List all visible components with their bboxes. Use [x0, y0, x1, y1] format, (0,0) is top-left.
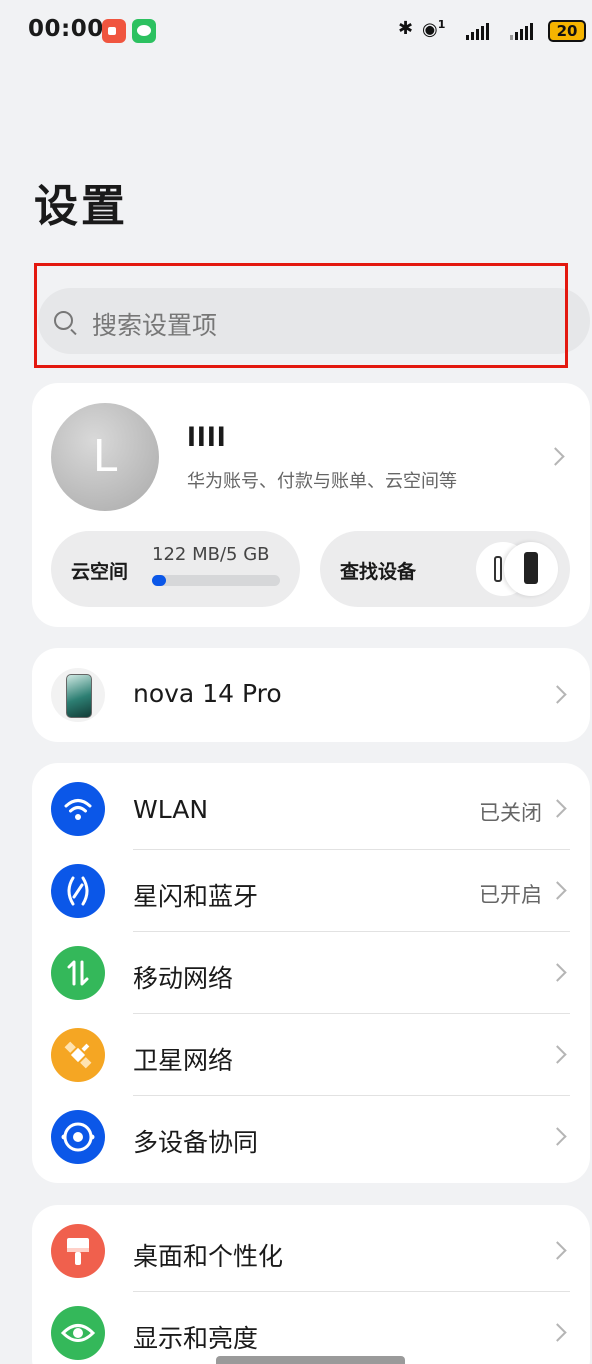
chevron-right-icon — [548, 881, 567, 900]
battery-icon: 20 — [548, 20, 586, 42]
item-label: 卫星网络 — [133, 1046, 234, 1075]
item-label: 星闪和蓝牙 — [133, 882, 259, 911]
device-name: nova 14 Pro — [133, 679, 282, 708]
find-device-button[interactable]: 查找设备 — [320, 531, 570, 607]
wechat-icon — [132, 19, 156, 43]
chevron-right-icon — [548, 1323, 567, 1342]
chevron-right-icon — [548, 685, 567, 704]
bluetooth-icon: ✱ — [398, 18, 414, 39]
phone-image — [51, 668, 105, 722]
status-icons: ✱ ◉1 20 — [392, 0, 592, 62]
account-row[interactable]: L llll 华为账号、付款与账单、云空间等 — [32, 383, 590, 523]
settings-item-satellite-network[interactable]: 卫星网络 — [32, 1014, 590, 1096]
settings-item-wlan[interactable]: WLAN 已关闭 — [32, 768, 590, 850]
item-status: 已开启 — [479, 883, 542, 907]
item-label: 桌面和个性化 — [133, 1242, 284, 1271]
storage-progress — [152, 575, 280, 586]
item-status: 已关闭 — [479, 801, 542, 825]
cloud-label: 云空间 — [71, 561, 129, 583]
storage-progress-fill — [152, 575, 166, 586]
chevron-right-icon — [548, 1127, 567, 1146]
item-label: 显示和亮度 — [133, 1324, 259, 1353]
eye-icon — [51, 1306, 105, 1360]
chevron-right-icon — [548, 1241, 567, 1260]
page-title: 设置 — [34, 181, 128, 232]
cloud-storage-button[interactable]: 云空间 122 MB/5 GB — [51, 531, 300, 607]
settings-item-display-brightness[interactable]: 显示和亮度 — [32, 1292, 590, 1364]
satellite-icon — [51, 1028, 105, 1082]
chevron-right-icon — [546, 447, 565, 466]
device-card[interactable]: nova 14 Pro — [32, 648, 590, 742]
home-indicator[interactable] — [216, 1356, 405, 1364]
settings-item-desktop-personalization[interactable]: 桌面和个性化 — [32, 1210, 590, 1292]
item-label: WLAN — [133, 795, 209, 824]
connectivity-card: WLAN 已关闭 星闪和蓝牙 已开启 移动网络 卫星网络 多设备协同 — [32, 763, 590, 1183]
hotspot-icon: ◉1 — [422, 18, 446, 40]
settings-item-nearlink-bluetooth[interactable]: 星闪和蓝牙 已开启 — [32, 850, 590, 932]
account-card: L llll 华为账号、付款与账单、云空间等 云空间 122 MB/5 GB 查… — [32, 383, 590, 627]
item-label: 移动网络 — [133, 964, 234, 993]
mobile-data-icon — [51, 946, 105, 1000]
account-name: llll — [187, 423, 227, 453]
settings-item-mobile-network[interactable]: 移动网络 — [32, 932, 590, 1014]
settings-item-multi-device[interactable]: 多设备协同 — [32, 1096, 590, 1178]
wifi-icon — [51, 782, 105, 836]
screen-record-icon — [102, 19, 126, 43]
highlight-box — [34, 263, 568, 368]
phone-icon — [504, 542, 558, 596]
chevron-right-icon — [548, 799, 567, 818]
nearlink-bluetooth-icon — [51, 864, 105, 918]
avatar: L — [51, 403, 159, 511]
multi-device-icon — [51, 1110, 105, 1164]
account-subtitle: 华为账号、付款与账单、云空间等 — [187, 471, 457, 492]
find-device-label: 查找设备 — [340, 561, 417, 583]
paintbrush-icon — [51, 1224, 105, 1278]
status-bar: 00:00 ✱ ◉1 20 — [0, 0, 592, 62]
item-label: 多设备协同 — [133, 1128, 259, 1157]
chevron-right-icon — [548, 1045, 567, 1064]
chevron-right-icon — [548, 963, 567, 982]
personalization-card: 桌面和个性化 显示和亮度 — [32, 1205, 590, 1364]
storage-usage: 122 MB/5 GB — [152, 544, 270, 565]
status-time: 00:00 — [28, 16, 104, 42]
